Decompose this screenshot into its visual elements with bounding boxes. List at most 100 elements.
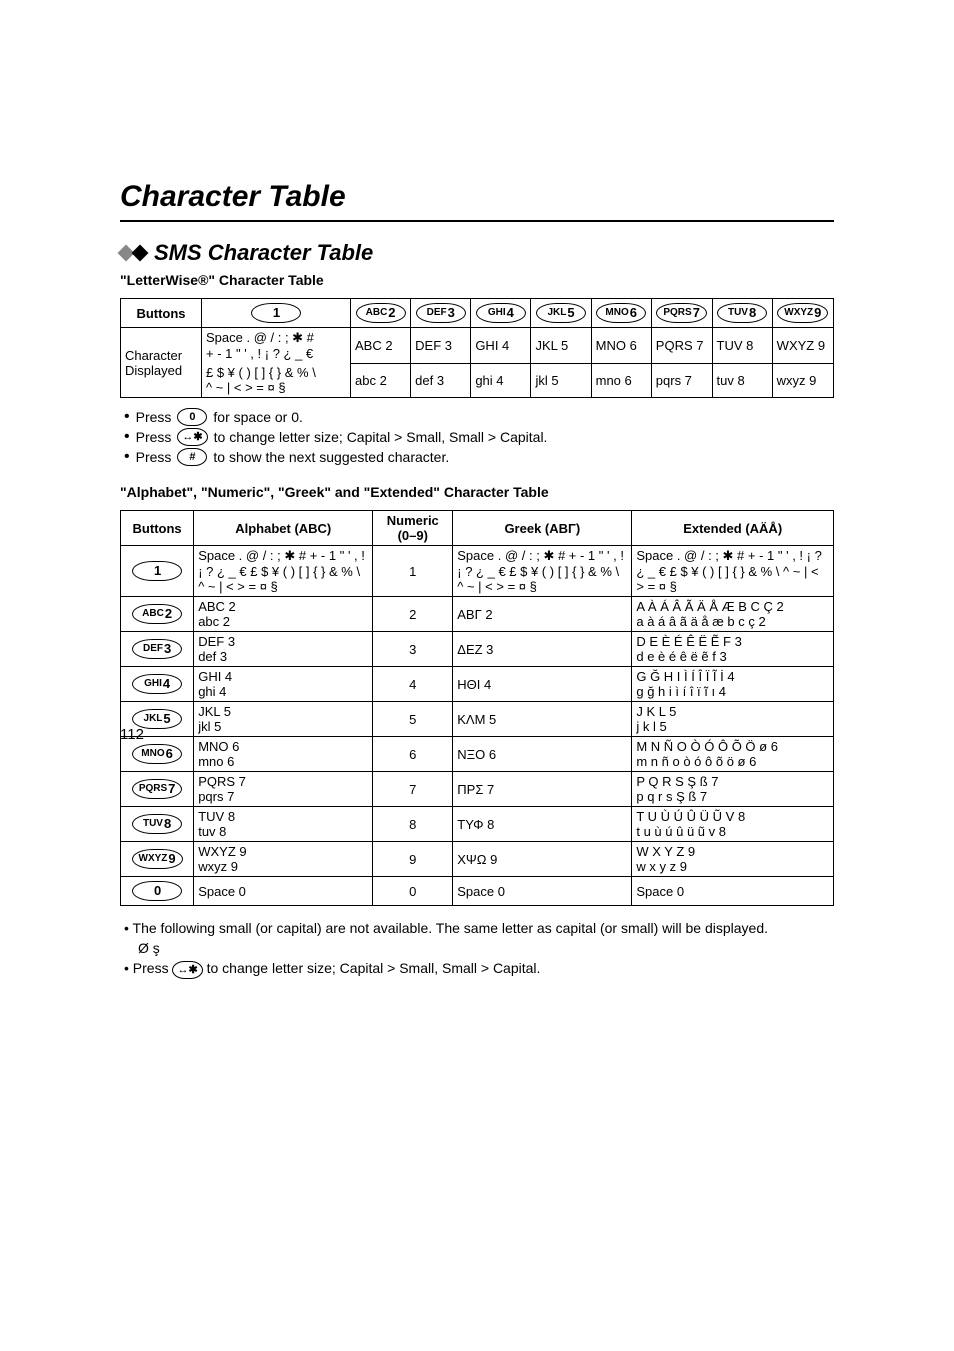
t1-r1-v1: DEF 3 (411, 328, 471, 364)
t2-greek-cell: ΑΒΓ 2 (453, 597, 632, 632)
key-6-icon: MNO6 (132, 744, 182, 764)
t1-header-buttons: Buttons (121, 299, 202, 328)
t1-r1-v7: WXYZ 9 (772, 328, 833, 364)
letterwise-heading: "LetterWise®" Character Table (120, 272, 834, 288)
key-2-icon: ABC2 (356, 303, 406, 323)
t2-ext-cell: W X Y Z 9w x y z 9 (632, 842, 834, 877)
t1-r2-v1: def 3 (411, 363, 471, 398)
t2-alpha-cell: GHI 4ghi 4 (194, 667, 373, 702)
t2-greek-cell: ΠΡΣ 7 (453, 772, 632, 807)
key-0-icon: 0 (177, 408, 207, 426)
t1-r1-v3: JKL 5 (531, 328, 591, 364)
t2-ext-cell: G Ğ H I Ì Í Î Ï Ĩ İ 4g ğ h i ì í î ï ĩ ı… (632, 667, 834, 702)
note-3: Press # to show the next suggested chara… (124, 448, 834, 466)
t2-greek-cell: Space . @ / : ; ✱ # + - 1 " ' , ! ¡ ? ¿ … (453, 546, 632, 597)
key-1-icon: 1 (251, 303, 301, 323)
t1-r1-v6: TUV 8 (712, 328, 772, 364)
key-8-icon: TUV8 (132, 814, 182, 834)
table-row: GHI4 GHI 4ghi 44ΗΘΙ 4G Ğ H I Ì Í Î Ï Ĩ İ … (121, 667, 834, 702)
t2-greek-cell: ΧΨΩ 9 (453, 842, 632, 877)
key-3-icon: DEF3 (132, 639, 182, 659)
note-2: Press ↔✱ to change letter size; Capital … (124, 428, 834, 446)
t2-ext-cell: Space 0 (632, 877, 834, 906)
table-row: TUV8TUV 8tuv 88ΤΥΦ 8T U Ù Ú Û Ü Ũ V 8t u… (121, 807, 834, 842)
t2-ext-cell: P Q R S Ş ß 7p q r s Ş ß 7 (632, 772, 834, 807)
t2-num-cell: 8 (373, 807, 453, 842)
key-9-icon: WXYZ9 (777, 303, 828, 323)
t1-r2-v0: abc 2 (351, 363, 411, 398)
diamond-icon (120, 247, 146, 259)
t1-r2c1: £ $ ¥ ( ) [ ] { } & % \ ^ ~ | < > = ¤ § (202, 363, 351, 398)
note-1: Press 0 for space or 0. (124, 408, 834, 426)
t1-r1c1: Space . @ / : ; ✱ # + - 1 " ' , ! ¡ ? ¿ … (202, 328, 351, 364)
t2-num-cell: 4 (373, 667, 453, 702)
t2-h-num: Numeric (0–9) (373, 511, 453, 546)
key-6-icon: MNO6 (596, 303, 646, 323)
t2-num-cell: 1 (373, 546, 453, 597)
t1-r2-v2: ghi 4 (471, 363, 531, 398)
t2-ext-cell: D E È É Ê Ë Ẽ F 3d e è é ê ë ẽ f 3 (632, 632, 834, 667)
foot-p1: • The following small (or capital) are n… (124, 920, 834, 936)
key-3-icon: DEF3 (416, 303, 466, 323)
page-number: 112 (120, 726, 144, 743)
table-row: DEF3 DEF 3def 33ΔΕΖ 3D E È É Ê Ë Ẽ F 3d e… (121, 632, 834, 667)
alphabet-table: Buttons Alphabet (ABC) Numeric (0–9) Gre… (120, 510, 834, 906)
key-1-icon: 1 (132, 561, 182, 581)
table-row: ABC2ABC 2abc 22ΑΒΓ 2A À Á Â Ã Ä Å Æ B C … (121, 597, 834, 632)
t2-alpha-cell: TUV 8tuv 8 (194, 807, 373, 842)
t2-greek-cell: ΚΛΜ 5 (453, 702, 632, 737)
t1-r2-v7: wxyz 9 (772, 363, 833, 398)
section-heading: SMS Character Table (120, 240, 834, 266)
table-row: PQRS7PQRS 7pqrs 77ΠΡΣ 7P Q R S Ş ß 7p q … (121, 772, 834, 807)
key-2-icon: ABC2 (132, 604, 182, 624)
t2-h-ext: Extended (AÄÅ) (632, 511, 834, 546)
key-4-icon: GHI4 (132, 674, 182, 694)
t2-h-buttons: Buttons (121, 511, 194, 546)
title-rule (120, 220, 834, 222)
t2-alpha-cell: DEF 3def 3 (194, 632, 373, 667)
t2-greek-cell: Space 0 (453, 877, 632, 906)
t2-num-cell: 9 (373, 842, 453, 877)
t2-num-cell: 3 (373, 632, 453, 667)
alpha-heading: "Alphabet", "Numeric", "Greek" and "Exte… (120, 484, 834, 500)
t1-r2-v6: tuv 8 (712, 363, 772, 398)
t2-h-greek: Greek (ΑΒΓ) (453, 511, 632, 546)
key-5-icon: JKL5 (536, 303, 586, 323)
t2-greek-cell: ΤΥΦ 8 (453, 807, 632, 842)
letterwise-table: Buttons 1 ABC2 DEF3 GHI4 JKL5 MNO6 PQRS7… (120, 298, 834, 398)
key-hash-icon: # (177, 448, 207, 466)
page-title: Character Table (120, 180, 834, 214)
t2-alpha-cell: Space 0 (194, 877, 373, 906)
footer-notes: • The following small (or capital) are n… (124, 920, 834, 979)
t1-r1-v5: PQRS 7 (651, 328, 712, 364)
t2-ext-cell: J K L 5j k l 5 (632, 702, 834, 737)
table-row: JKL5JKL 5jkl 55ΚΛΜ 5J K L 5j k l 5 (121, 702, 834, 737)
t1-r1-v0: ABC 2 (351, 328, 411, 364)
t2-num-cell: 0 (373, 877, 453, 906)
t2-greek-cell: ΝΞΟ 6 (453, 737, 632, 772)
key-star-icon: ↔✱ (177, 428, 207, 446)
t2-alpha-cell: Space . @ / : ; ✱ # + - 1 " ' , ! ¡ ? ¿ … (194, 546, 373, 597)
letterwise-notes: Press 0 for space or 0. Press ↔✱ to chan… (124, 408, 834, 466)
t2-alpha-cell: JKL 5jkl 5 (194, 702, 373, 737)
t1-r1-v4: MNO 6 (591, 328, 651, 364)
t2-num-cell: 7 (373, 772, 453, 807)
t2-greek-cell: ΔΕΖ 3 (453, 632, 632, 667)
key-0-icon: 0 (132, 881, 182, 901)
t2-ext-cell: A À Á Â Ã Ä Å Æ B C Ç 2a à á â ã ä å æ b… (632, 597, 834, 632)
t2-greek-cell: ΗΘΙ 4 (453, 667, 632, 702)
t1-r1-v2: GHI 4 (471, 328, 531, 364)
section-heading-text: SMS Character Table (154, 240, 373, 266)
t2-ext-cell: M N Ñ O Ò Ó Ô Õ Ö ø 6m n ñ o ò ó ô õ ö ø… (632, 737, 834, 772)
t2-num-cell: 2 (373, 597, 453, 632)
t2-num-cell: 5 (373, 702, 453, 737)
t1-row-label: Character Displayed (121, 328, 202, 398)
table-row: 1Space . @ / : ; ✱ # + - 1 " ' , ! ¡ ? ¿… (121, 546, 834, 597)
key-star-icon: ↔✱ (172, 961, 202, 979)
t1-r2-v4: mno 6 (591, 363, 651, 398)
t2-alpha-cell: WXYZ 9wxyz 9 (194, 842, 373, 877)
key-8-icon: TUV8 (717, 303, 767, 323)
foot-p1-sub: Ø ş (138, 940, 834, 956)
table-row: MNO6MNO 6mno 66ΝΞΟ 6M N Ñ O Ò Ó Ô Õ Ö ø … (121, 737, 834, 772)
table-row: 0Space 00Space 0Space 0 (121, 877, 834, 906)
